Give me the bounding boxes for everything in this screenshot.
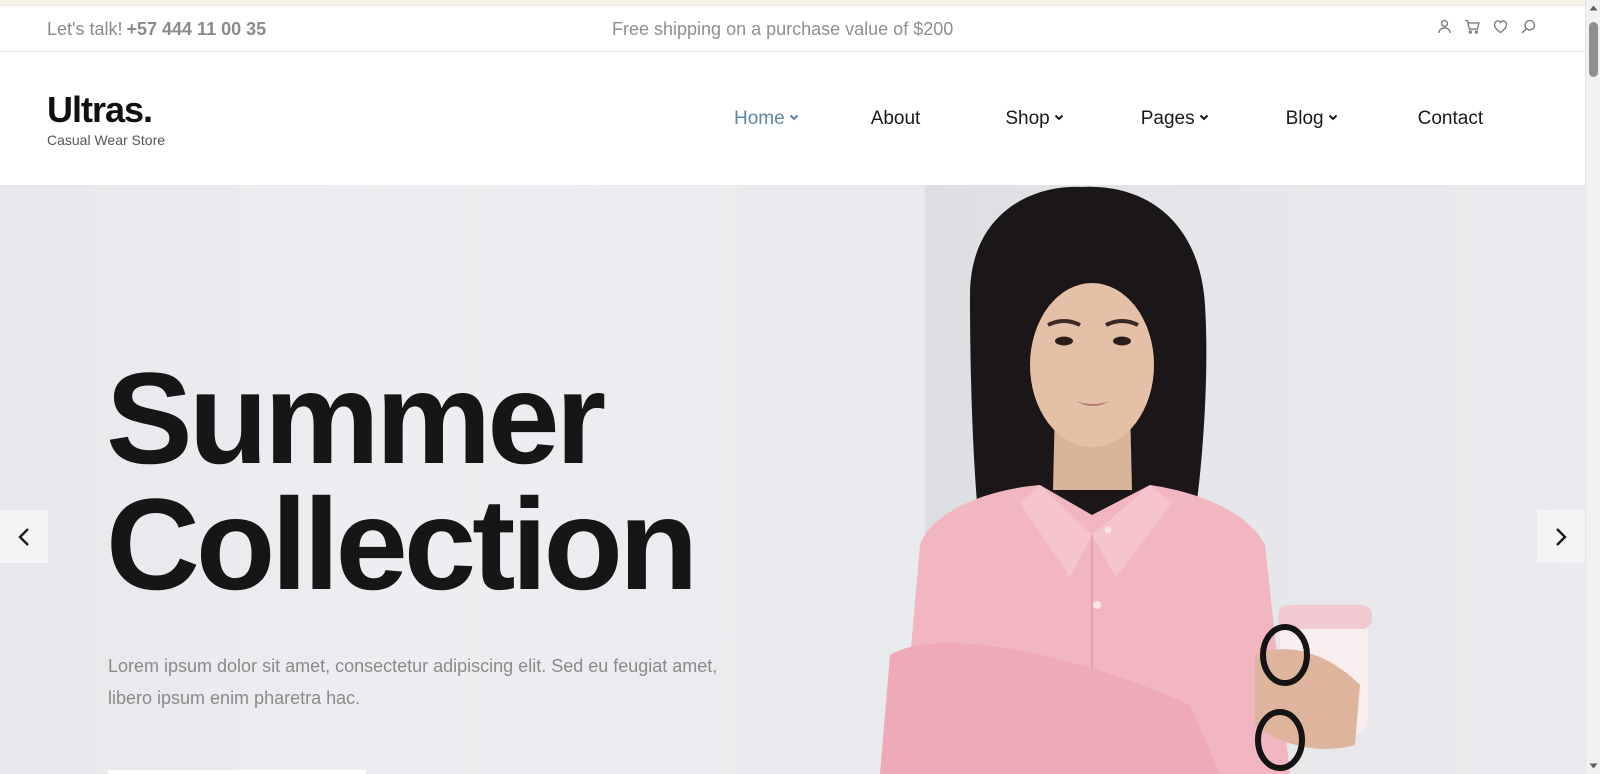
slider-prev-button[interactable]	[0, 510, 48, 563]
chevron-down-icon	[1054, 114, 1063, 121]
slider-next-button[interactable]	[1537, 510, 1585, 563]
nav-item-pages[interactable]: Pages	[1141, 108, 1209, 130]
chevron-down-icon	[1199, 114, 1208, 121]
nav-label-shop: Shop	[1005, 108, 1050, 129]
scroll-down-icon[interactable]	[1589, 762, 1598, 770]
page: Let's talk! +57 444 11 00 35 Free shippin…	[0, 0, 1585, 774]
nav-item-contact[interactable]: Contact	[1418, 108, 1483, 130]
chevron-right-icon	[1556, 527, 1567, 546]
heart-icon[interactable]	[1491, 17, 1509, 35]
nav-item-shop[interactable]: Shop	[1005, 108, 1063, 130]
hero-description-line2: libero ipsum enim pharetra hac.	[108, 688, 361, 708]
hero-title-line1: Summer	[106, 345, 606, 491]
chevron-left-icon	[18, 527, 29, 546]
scroll-up-icon[interactable]	[1589, 4, 1598, 12]
chevron-down-icon	[1328, 114, 1337, 121]
chevron-down-icon	[789, 114, 798, 121]
hero-cta-button[interactable]	[108, 770, 366, 774]
topbar: Let's talk! +57 444 11 00 35 Free shippin…	[0, 6, 1585, 52]
nav-label-contact: Contact	[1417, 108, 1484, 129]
nav-label-pages: Pages	[1140, 108, 1195, 129]
logo-tagline: Casual Wear Store	[47, 132, 166, 148]
contact-talk: Let's talk! +57 444 11 00 35	[47, 19, 266, 40]
nav-label-home: Home	[734, 108, 785, 129]
hero-slider: Summer Collection Lorem ipsum dolor sit …	[0, 185, 1585, 774]
hero-description: Lorem ipsum dolor sit amet, consectetur …	[108, 650, 768, 714]
nav-label-about: About	[870, 108, 921, 129]
nav-label-blog: Blog	[1285, 108, 1324, 129]
logo[interactable]: Ultras. Casual Wear Store	[47, 89, 166, 149]
cart-icon[interactable]	[1463, 17, 1481, 35]
site-header: Ultras. Casual Wear Store Home About Sho…	[0, 52, 1585, 185]
talk-label: Let's talk!	[47, 19, 123, 39]
user-icon[interactable]	[1435, 17, 1453, 35]
phone-link[interactable]: +57 444 11 00 35	[126, 19, 266, 39]
scrollbar-thumb[interactable]	[1589, 22, 1598, 77]
hero-model-image	[880, 186, 1372, 774]
promo-text: Free shipping on a purchase value of $20…	[612, 19, 954, 39]
search-icon[interactable]	[1519, 17, 1537, 35]
hero-title-line2: Collection	[106, 471, 698, 617]
topbar-icons	[1435, 17, 1537, 35]
hero-title: Summer Collection	[106, 345, 698, 617]
nav-item-home[interactable]: Home	[734, 108, 799, 130]
nav-item-blog[interactable]: Blog	[1286, 108, 1338, 130]
hero-description-line1: Lorem ipsum dolor sit amet, consectetur …	[108, 656, 718, 676]
nav-item-about[interactable]: About	[871, 108, 921, 130]
main-nav: Home About Shop Pages Blog Contact	[734, 108, 1483, 130]
page-scrollbar[interactable]	[1585, 0, 1600, 774]
logo-brand: Ultras.	[47, 89, 153, 130]
